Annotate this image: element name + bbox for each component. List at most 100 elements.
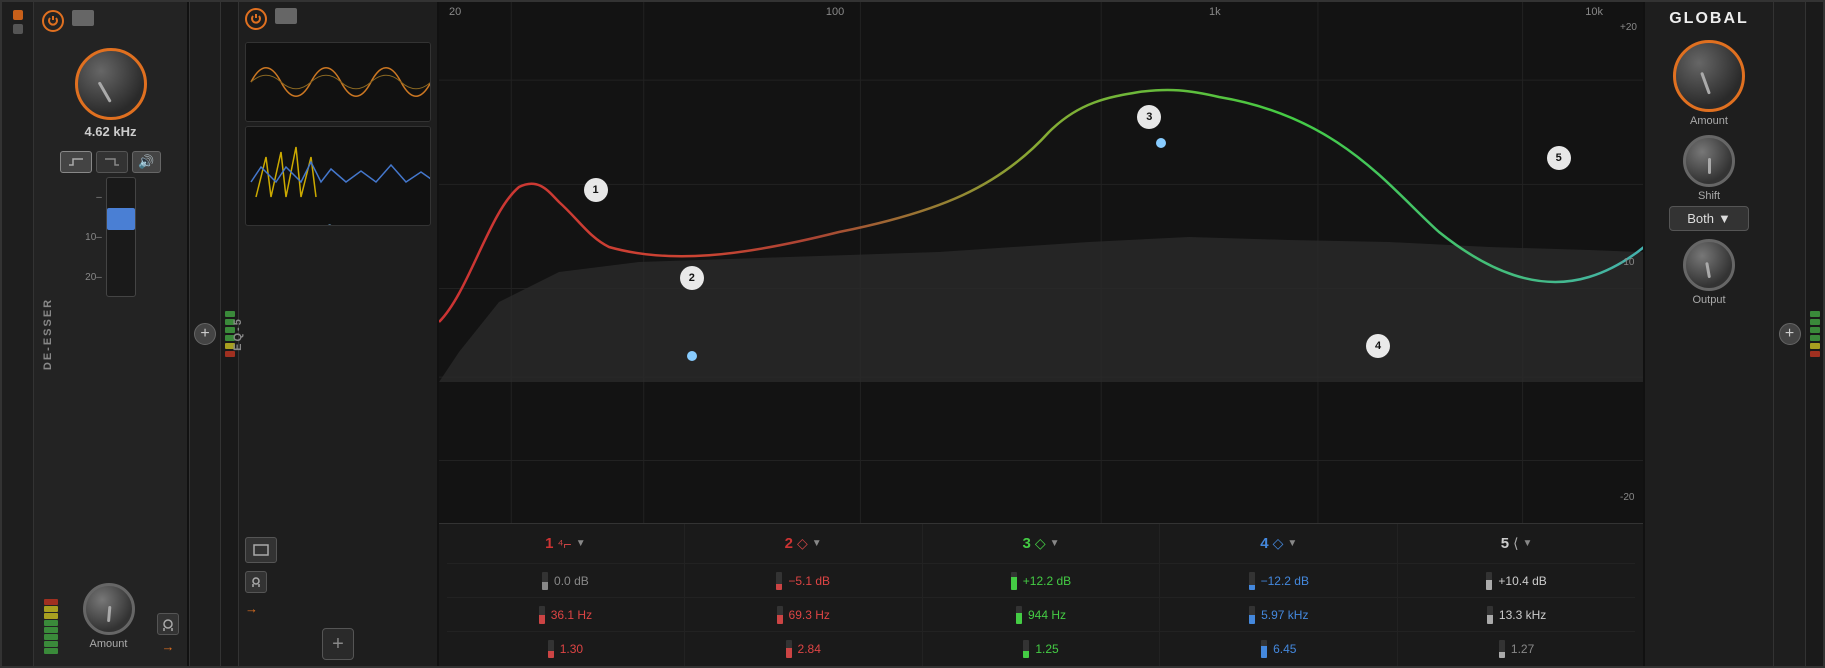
band-3-gain[interactable]: +12.2 dB	[1023, 574, 1071, 588]
band-4-freq[interactable]: 5.97 kHz	[1261, 608, 1308, 622]
deesser-mute-button[interactable]: 🔊	[132, 151, 160, 173]
band-4-num: 4	[1260, 535, 1268, 552]
left-led-bottom	[13, 24, 23, 34]
eq-band-2-header: 2 ◇ ▼	[685, 524, 923, 563]
eq-band-2-q-cell: 2.84	[685, 632, 923, 666]
band-3-num: 3	[1022, 535, 1030, 552]
eq-node-3-dot[interactable]	[1156, 138, 1166, 148]
deesser-shape-shelf-right[interactable]	[96, 151, 128, 173]
add-button-right[interactable]: +	[1779, 323, 1801, 345]
band-2-dropdown[interactable]: ▼	[812, 538, 822, 549]
eq-waveform-2: ● →	[245, 126, 431, 226]
deesser-folder-button[interactable]	[72, 10, 94, 26]
eq-node-5[interactable]: 5	[1547, 146, 1571, 170]
deesser-freq-display: 4.62 kHz	[84, 124, 136, 139]
eq-arrow-right-bottom[interactable]: →	[245, 601, 431, 616]
band-2-q[interactable]: 2.84	[798, 642, 821, 656]
deesser-freq-knob[interactable]	[75, 48, 147, 120]
band-3-q-meter	[1023, 640, 1029, 658]
global-panel: GLOBAL Amount Shift Both ▼ Output	[1643, 2, 1773, 666]
eq-gain-row: 0.0 dB −5.1 dB	[447, 564, 1635, 598]
eq-curve-svg	[439, 2, 1643, 523]
eq-band-1-gain-cell: 0.0 dB	[447, 564, 685, 597]
deesser-shape-shelf-left[interactable]	[60, 151, 92, 173]
eq-rect-btn[interactable]	[245, 537, 277, 563]
deesser-amount-knob[interactable]	[83, 583, 135, 635]
global-shift-container: Shift	[1683, 135, 1735, 202]
band-3-dropdown[interactable]: ▼	[1050, 538, 1060, 549]
deesser-amount-container: Amount	[83, 583, 135, 650]
deesser-panel: DE-ESSER 4.62 kHz	[34, 2, 189, 666]
deesser-fader-section: – 10– 20–	[85, 177, 136, 297]
deesser-arrow-right[interactable]: →	[162, 639, 175, 654]
main-container: DE-ESSER 4.62 kHz	[0, 0, 1825, 668]
eq-node-4[interactable]: 4	[1366, 334, 1390, 358]
global-amount-knob[interactable]	[1673, 40, 1745, 112]
band-4-icon[interactable]: ◇	[1273, 535, 1284, 552]
band-1-icon[interactable]: ⁴⌐	[558, 536, 572, 552]
band-5-q[interactable]: 1.27	[1511, 642, 1534, 656]
fader-label-bot: 20–	[85, 272, 102, 283]
band-1-gain[interactable]: 0.0 dB	[554, 574, 589, 588]
deesser-fader-track[interactable]	[106, 177, 136, 297]
deesser-headphone-btn[interactable]	[157, 613, 179, 635]
band-2-gain[interactable]: −5.1 dB	[788, 574, 830, 588]
band-1-freq-meter	[539, 606, 545, 624]
eq-band-4-gain-cell: −12.2 dB	[1160, 564, 1398, 597]
band-5-q-meter	[1499, 640, 1505, 658]
band-4-gain[interactable]: −12.2 dB	[1261, 574, 1309, 588]
eq-power-button[interactable]	[245, 8, 267, 30]
band-4-q-meter	[1261, 640, 1267, 658]
fader-label-mid: 10–	[85, 232, 102, 243]
eq-arrow-btn-1[interactable]: ● →	[246, 121, 430, 122]
eq-band-1-freq-cell: 36.1 Hz	[447, 598, 685, 631]
add-button-1[interactable]: +	[194, 323, 216, 345]
eq-band-controls: 1 ⁴⌐ ▼ 2 ◇ ▼ 3 ◇	[439, 524, 1643, 666]
eq-node-2[interactable]: 2	[680, 266, 704, 290]
eq-node-2-dot[interactable]	[687, 351, 697, 361]
eq-folder-button[interactable]	[275, 8, 297, 24]
band-5-meter	[1486, 572, 1492, 590]
band-2-meter	[776, 572, 782, 590]
eq-q-row: 1.30 2.84 1.25	[447, 632, 1635, 666]
band-2-icon[interactable]: ◇	[797, 535, 808, 552]
band-5-icon[interactable]: ⟨	[1513, 535, 1518, 552]
eq-headphone-btn[interactable]	[245, 571, 267, 593]
eq-waveform-svg-2	[246, 127, 431, 217]
band-3-icon[interactable]: ◇	[1035, 535, 1046, 552]
deesser-fader-handle[interactable]	[107, 208, 135, 230]
band-1-meter	[542, 572, 548, 590]
deesser-fader-labels: – 10– 20–	[85, 177, 102, 297]
band-3-freq[interactable]: 944 Hz	[1028, 608, 1066, 622]
eq-band-5-q-cell: 1.27	[1398, 632, 1635, 666]
band-5-dropdown[interactable]: ▼	[1523, 538, 1533, 549]
global-both-dropdown[interactable]: Both ▼	[1669, 206, 1749, 231]
band-5-num: 5	[1501, 535, 1509, 552]
eq-arrow-btn-2[interactable]: ● →	[246, 217, 430, 226]
eq-node-3[interactable]: 3	[1137, 105, 1161, 129]
eq-band-4-q-cell: 6.45	[1160, 632, 1398, 666]
band-2-freq-meter	[777, 606, 783, 624]
eq-band-3-header: 3 ◇ ▼	[923, 524, 1161, 563]
band-4-dropdown[interactable]: ▼	[1287, 538, 1297, 549]
band-1-dropdown[interactable]: ▼	[576, 538, 586, 549]
eq-graph[interactable]: 20 100 1k 10k +20 -10 -20	[439, 2, 1643, 524]
band-4-q[interactable]: 6.45	[1273, 642, 1296, 656]
band-2-freq[interactable]: 69.3 Hz	[789, 608, 830, 622]
deesser-freq-knob-container: 4.62 kHz	[75, 48, 147, 143]
band-5-freq[interactable]: 13.3 kHz	[1499, 608, 1546, 622]
eq-waveform-svg-1	[246, 43, 431, 121]
deesser-power-button[interactable]	[42, 10, 64, 32]
band-5-gain[interactable]: +10.4 dB	[1498, 574, 1546, 588]
global-output-knob[interactable]	[1683, 239, 1735, 291]
eq-add-button[interactable]: +	[322, 628, 354, 660]
band-1-freq[interactable]: 36.1 Hz	[551, 608, 592, 622]
eq-power-row	[245, 8, 431, 36]
band-3-q[interactable]: 1.25	[1035, 642, 1058, 656]
eq-node-1[interactable]: 1	[584, 178, 608, 202]
eq-band-header-row: 1 ⁴⌐ ▼ 2 ◇ ▼ 3 ◇	[447, 524, 1635, 564]
fader-label-top: –	[96, 192, 102, 203]
global-shift-knob[interactable]	[1683, 135, 1735, 187]
eq-band-3-q-cell: 1.25	[923, 632, 1161, 666]
band-1-q[interactable]: 1.30	[560, 642, 583, 656]
